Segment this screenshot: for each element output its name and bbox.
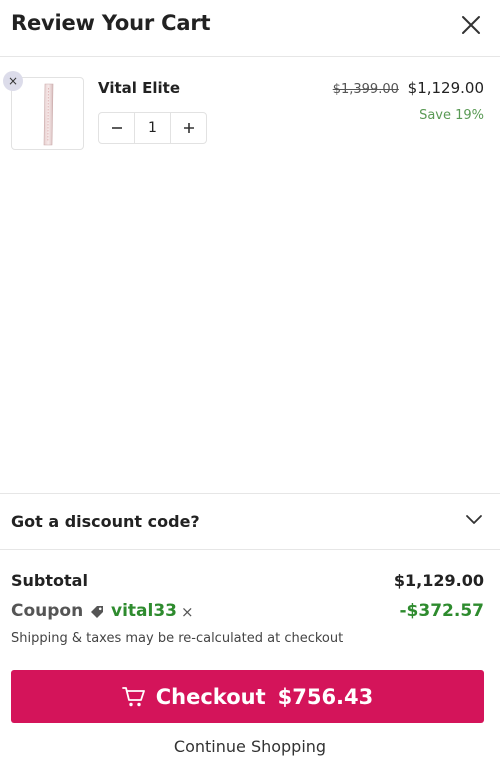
discount-code-label: Got a discount code? [11, 512, 200, 531]
coupon-discount-value: -$372.57 [399, 601, 485, 621]
product-image [11, 77, 84, 150]
savings-label: Save 19% [419, 108, 484, 123]
cart-icon [121, 686, 145, 706]
quantity-value[interactable]: 1 [134, 113, 171, 143]
product-thumbnail-graphic [43, 83, 54, 146]
sale-price: $1,129.00 [407, 79, 484, 97]
chevron-down-icon [466, 515, 482, 524]
subtotal-label: Subtotal [11, 571, 88, 590]
increase-quantity-button[interactable] [171, 113, 206, 143]
subtotal-value: $1,129.00 [393, 571, 484, 590]
checkout-button[interactable]: Checkout $756.43 [11, 670, 484, 723]
quantity-stepper: 1 [98, 112, 207, 144]
close-icon[interactable]: × [8, 74, 18, 88]
remove-coupon-button[interactable]: × [181, 603, 194, 621]
cart-header: Review Your Cart [0, 0, 500, 57]
plus-icon[interactable] [183, 122, 195, 134]
product-name: Vital Elite [98, 79, 181, 97]
checkout-label: Checkout [155, 684, 266, 709]
page-title: Review Your Cart [11, 11, 211, 35]
shipping-note: Shipping & taxes may be re-calculated at… [11, 631, 344, 646]
subtotal-row: Subtotal $1,129.00 [11, 571, 484, 593]
price-block: $1,399.00 $1,129.00 [333, 79, 484, 97]
minus-icon[interactable] [111, 122, 123, 134]
remove-item-button[interactable]: × [3, 71, 23, 91]
discount-code-toggle[interactable]: Got a discount code? [0, 493, 500, 550]
close-icon[interactable] [458, 12, 484, 38]
continue-shopping-link[interactable]: Continue Shopping [0, 737, 500, 756]
close-button[interactable] [458, 12, 484, 38]
coupon-label: Coupon [11, 601, 84, 621]
coupon-row: Coupon vital33 × -$372.57 [11, 601, 484, 625]
decrease-quantity-button[interactable] [99, 113, 134, 143]
checkout-total: $756.43 [277, 684, 374, 709]
original-price: $1,399.00 [332, 82, 399, 97]
coupon-code: vital33 [111, 601, 177, 621]
cart-item: × Vital Elite 1 $1,399.00 $1,129.00 Save… [0, 70, 500, 160]
tag-icon [91, 606, 103, 618]
